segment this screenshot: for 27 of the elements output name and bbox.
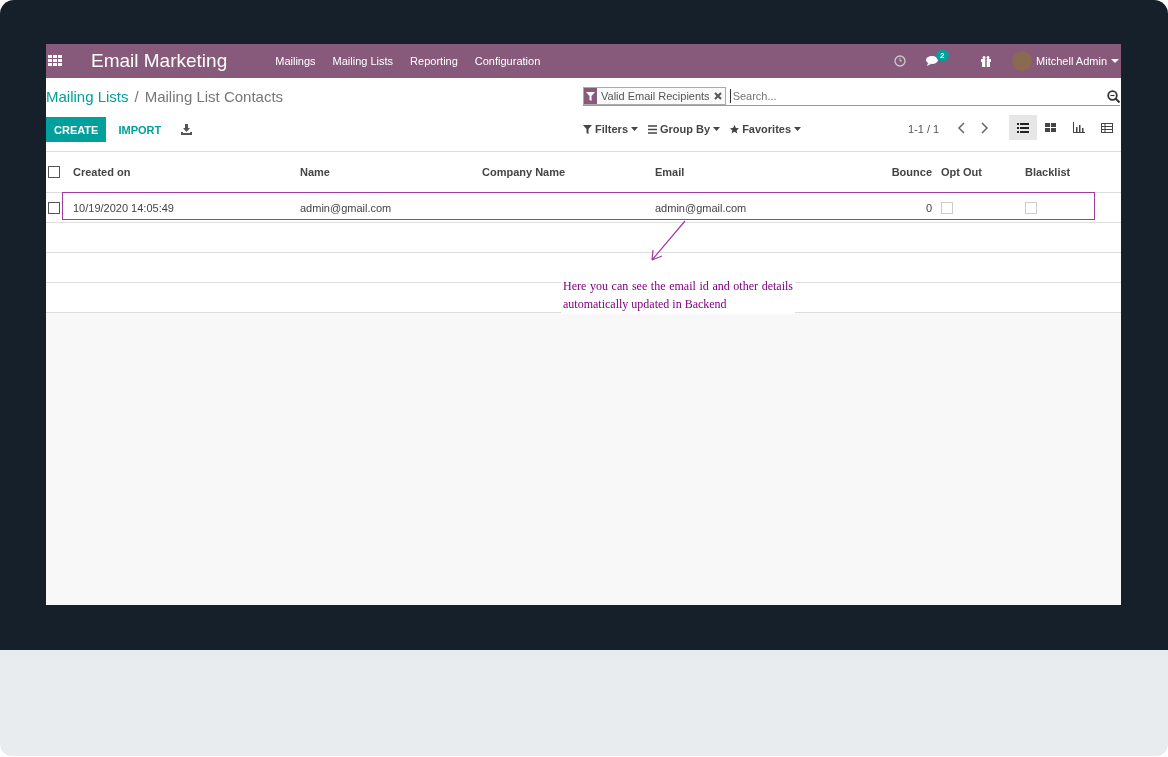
table-cell: 10/19/2020 14:05:49 [65,192,299,223]
user-name[interactable]: Mitchell Admin [1036,55,1107,67]
search-field[interactable]: Search... [729,89,1107,103]
group-by-dropdown[interactable]: Group By [648,123,721,135]
filters-dropdown[interactable]: Filters [583,123,638,135]
app-title: Email Marketing [91,50,228,72]
column-header[interactable]: Opt Out [940,152,1024,193]
table-cell: admin@gmail.com [654,192,856,223]
column-header[interactable]: Company Name [481,152,654,193]
facet-label: Valid Email Recipients [600,90,711,102]
menu-item[interactable]: Mailing Lists [332,55,394,67]
menu-item[interactable]: Reporting [410,55,458,67]
column-header[interactable]: Created on [65,152,299,193]
filter-facet[interactable]: Valid Email Recipients [583,87,726,105]
table-cell: admin@gmail.com [299,192,481,223]
column-header[interactable]: Blacklist [1024,152,1121,193]
breadcrumb-separator: / [134,88,139,105]
column-header[interactable]: Email [654,152,856,193]
pager-value: 1-1 / 1 [908,123,940,135]
menu-item[interactable]: Configuration [474,55,541,67]
breadcrumb-current: Mailing List Contacts [144,88,284,105]
column-header[interactable]: Name [299,152,481,193]
favorites-dropdown[interactable]: Favorites [730,123,802,135]
table-cell: 0 [856,192,940,223]
menu-item[interactable]: Mailings [275,55,316,67]
message-count-badge: 2 [936,50,949,61]
column-header[interactable]: Bounce [856,152,940,193]
